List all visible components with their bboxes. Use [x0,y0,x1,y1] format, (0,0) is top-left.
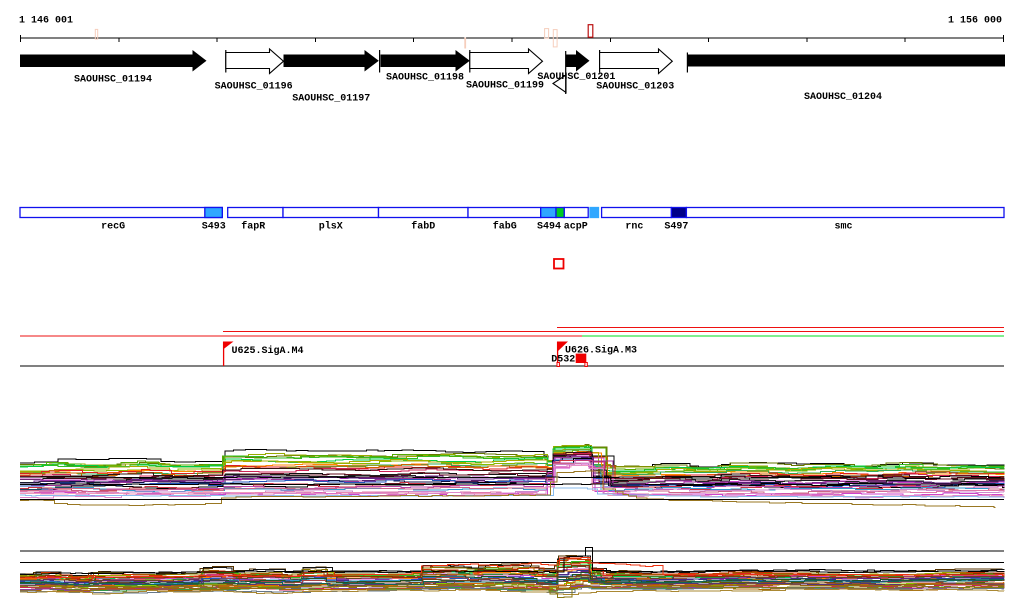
svg-text:SAOUHSC_01198: SAOUHSC_01198 [386,73,464,84]
svg-text:recG: recG [101,222,125,233]
svg-text:S493: S493 [202,222,226,233]
svg-text:plsX: plsX [319,221,343,233]
svg-text:SAOUHSC_01203: SAOUHSC_01203 [596,81,674,92]
svg-text:1 156 000: 1 156 000 [948,16,1002,27]
svg-text:fabG: fabG [493,221,517,233]
svg-text:SAOUHSC_01197: SAOUHSC_01197 [292,93,370,104]
svg-text:D532: D532 [551,354,575,365]
svg-text:SAOUHSC_01196: SAOUHSC_01196 [215,82,293,93]
svg-text:S497: S497 [664,222,688,233]
svg-text:rnc: rnc [625,222,643,233]
svg-text:1 146 001: 1 146 001 [19,16,73,27]
svg-text:fapR: fapR [241,221,265,233]
svg-text:SAOUHSC_01194: SAOUHSC_01194 [74,74,152,85]
svg-text:acpP: acpP [564,222,588,233]
svg-text:SAOUHSC_01204: SAOUHSC_01204 [804,92,882,103]
svg-text:SAOUHSC_01199: SAOUHSC_01199 [466,81,544,92]
svg-text:fabD: fabD [411,221,435,233]
svg-text:U625.SigA.M4: U625.SigA.M4 [232,345,304,357]
svg-text:S494: S494 [537,222,561,233]
svg-text:smc: smc [834,222,852,233]
